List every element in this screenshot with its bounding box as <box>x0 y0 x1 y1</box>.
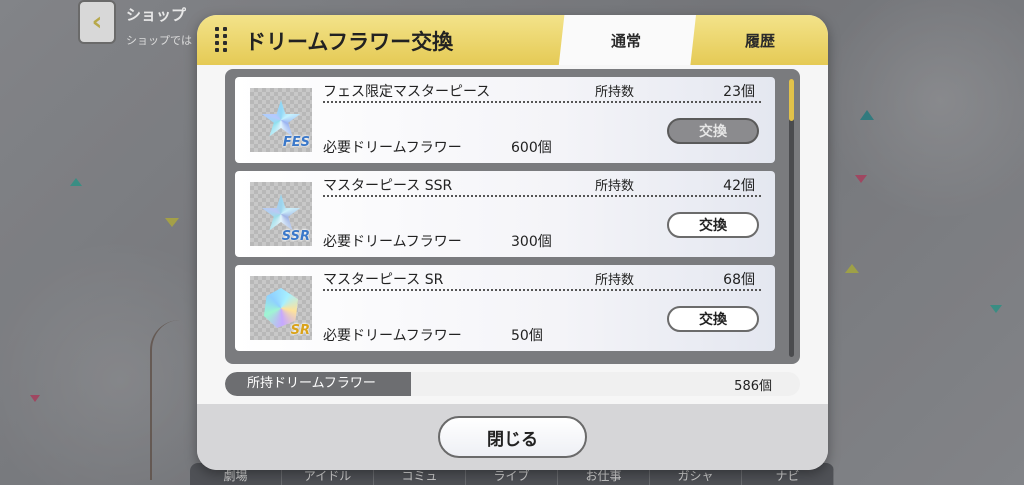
tab-history[interactable]: 履歴 <box>692 15 828 65</box>
owned-count-label: 所持数 <box>595 85 635 100</box>
item-name: マスターピース SR <box>323 272 444 288</box>
back-chevron-icon[interactable]: ‹ <box>78 0 116 44</box>
list-item: SR マスターピース SR 所持数 68個 交換 必要ドリームフラワー 50個 <box>235 265 775 351</box>
item-name: マスターピース SSR <box>323 178 453 194</box>
grip-icon <box>215 27 229 53</box>
exchange-button[interactable]: 交換 <box>667 212 759 238</box>
required-flower-label: 必要ドリームフラワー <box>323 234 462 250</box>
shop-title: ショップ <box>126 6 187 24</box>
rarity-tag: SR <box>290 323 310 338</box>
owned-count-label: 所持数 <box>595 273 635 288</box>
rarity-tag: FES <box>282 135 310 150</box>
exchange-button[interactable]: 交換 <box>667 306 759 332</box>
rarity-tag: SSR <box>281 229 310 244</box>
dotted-divider <box>323 289 761 291</box>
required-flower-label: 必要ドリームフラワー <box>323 328 462 344</box>
masterpiece-star-icon <box>261 194 301 231</box>
required-flower-value: 600個 <box>511 140 552 156</box>
list-scrollbar[interactable] <box>789 79 794 357</box>
dream-flower-exchange-dialog: ドリームフラワー交換 通常 履歴 FES フェス限定マスターピース 所持数 23… <box>197 15 828 470</box>
list-item: SSR マスターピース SSR 所持数 42個 交換 必要ドリームフラワー 30… <box>235 171 775 257</box>
item-name: フェス限定マスターピース <box>323 84 491 100</box>
owned-count-value: 23個 <box>723 84 755 100</box>
ssr-masterpiece-icon: SSR <box>250 182 312 246</box>
fes-masterpiece-icon: FES <box>250 88 312 152</box>
character-arm <box>150 320 190 480</box>
exchange-list-viewport: FES フェス限定マスターピース 所持数 23個 交換 必要ドリームフラワー 6… <box>235 77 777 359</box>
owned-dream-flower-label: 所持ドリームフラワー <box>225 372 411 396</box>
owned-dream-flower-bar: 所持ドリームフラワー 586個 <box>225 372 800 396</box>
required-flower-value: 50個 <box>511 328 543 344</box>
list-item: FES フェス限定マスターピース 所持数 23個 交換 必要ドリームフラワー 6… <box>235 77 775 163</box>
owned-count-value: 68個 <box>723 272 755 288</box>
scrollbar-thumb[interactable] <box>789 79 794 121</box>
shop-subtitle: ショップでは <box>126 34 192 47</box>
required-flower-value: 300個 <box>511 234 552 250</box>
masterpiece-crystal-icon <box>263 288 299 328</box>
dialog-header: ドリームフラワー交換 通常 履歴 <box>197 15 828 65</box>
dialog-title: ドリームフラワー交換 <box>245 30 454 54</box>
required-flower-label: 必要ドリームフラワー <box>323 140 462 156</box>
tab-bar: 通常 履歴 <box>556 15 828 65</box>
sr-masterpiece-icon: SR <box>250 276 312 340</box>
masterpiece-star-icon <box>261 100 301 137</box>
close-button[interactable]: 閉じる <box>438 416 587 458</box>
exchange-item-list[interactable]: FES フェス限定マスターピース 所持数 23個 交換 必要ドリームフラワー 6… <box>225 69 800 364</box>
owned-count-label: 所持数 <box>595 179 635 194</box>
tab-normal[interactable]: 通常 <box>558 15 696 65</box>
dotted-divider <box>323 195 761 197</box>
owned-count-value: 42個 <box>723 178 755 194</box>
dotted-divider <box>323 101 761 103</box>
owned-dream-flower-value: 586個 <box>734 379 772 394</box>
exchange-button[interactable]: 交換 <box>667 118 759 144</box>
